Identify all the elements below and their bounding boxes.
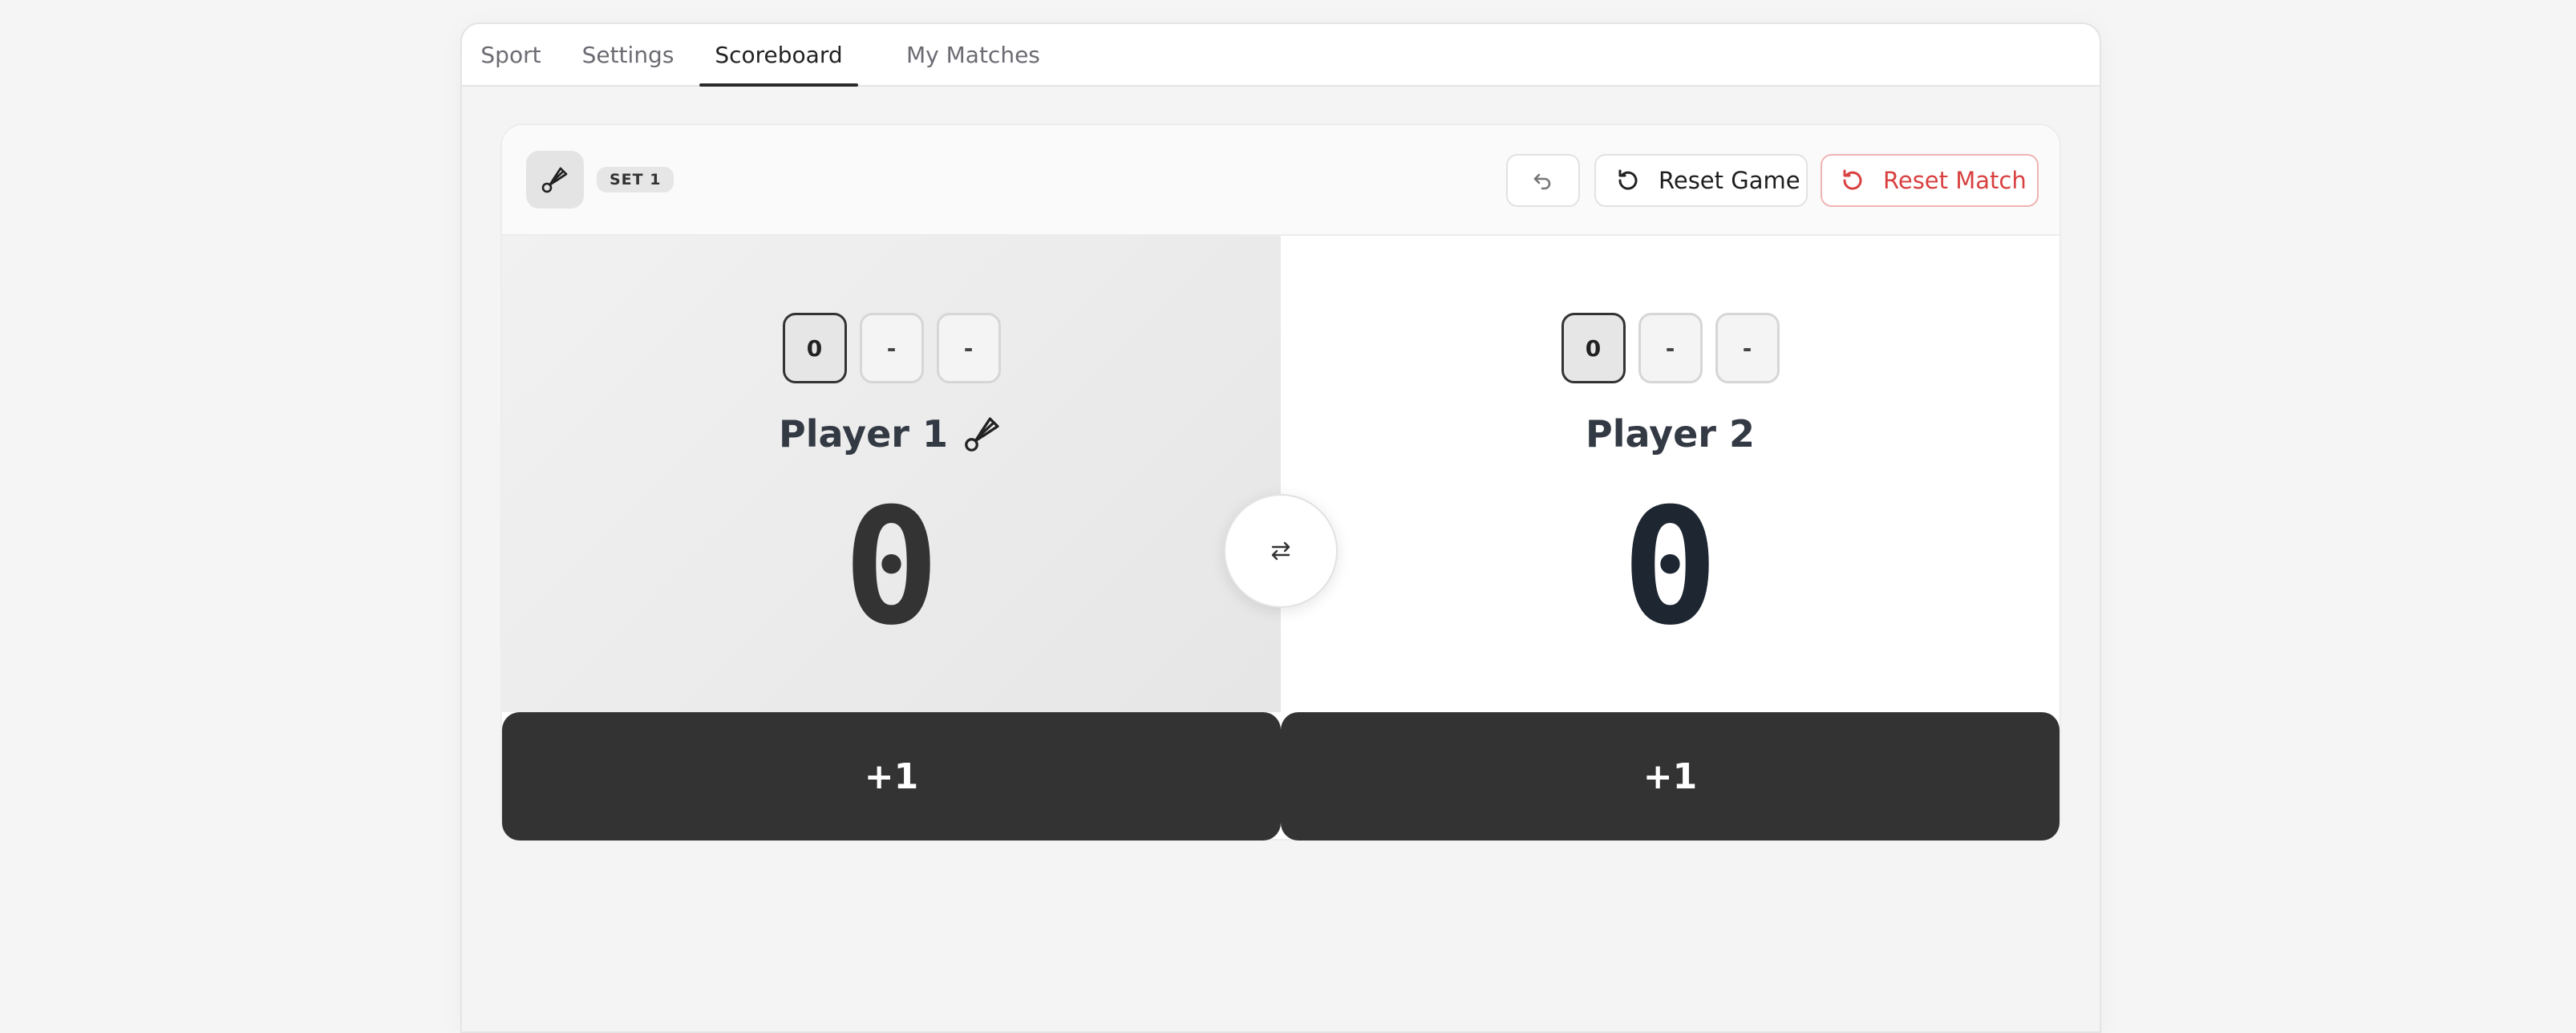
player-2-name: Player 2 (1586, 412, 1755, 456)
set-score-box: 0 (1561, 313, 1626, 383)
swap-arrows-icon (1271, 541, 1290, 561)
set-score-box: - (859, 313, 924, 383)
set-scores: 0 - - (782, 313, 1001, 383)
increment-row: +1 +1 (502, 712, 2060, 841)
undo-icon (1533, 173, 1551, 190)
set-badge: SET 1 (597, 167, 674, 192)
tab-sport[interactable]: Sport (462, 24, 557, 85)
player-1-name: Player 1 (779, 412, 948, 456)
scoreboard-card: SET 1 Reset Game Reset Match 0 - - Playe… (500, 124, 2061, 841)
serving-shuttlecock-icon (965, 417, 999, 452)
reset-match-label: Reset Match (1883, 167, 2027, 194)
player-2-plus-one-button[interactable]: +1 (1281, 712, 2060, 841)
player-2-score: 0 (1622, 474, 1719, 661)
set-scores: 0 - - (1561, 313, 1780, 383)
reset-game-label: Reset Game (1659, 167, 1800, 194)
player-2-panel[interactable]: 0 - - Player 2 0 (1281, 236, 2060, 712)
player-1-panel[interactable]: 0 - - Player 1 0 (502, 236, 1281, 712)
set-score-box: 0 (782, 313, 847, 383)
undo-button[interactable] (1506, 154, 1580, 207)
set-score-box: - (936, 313, 1001, 383)
tab-settings[interactable]: Settings (557, 24, 699, 85)
rotate-ccw-icon (1618, 169, 1638, 190)
player-1-score: 0 (843, 474, 940, 661)
tab-my-matches[interactable]: My Matches (858, 24, 1099, 85)
reset-game-button[interactable]: Reset Game (1594, 154, 1808, 207)
tab-bar: Sport Settings Scoreboard My Matches (462, 24, 2100, 87)
scoreboard-toolbar: SET 1 Reset Game Reset Match (502, 125, 2060, 236)
player-name: Player 2 (1586, 412, 1755, 456)
player-name: Player 1 (779, 412, 1004, 456)
player-panels: 0 - - Player 1 0 0 - - Player 2 0 (502, 236, 2060, 712)
set-score-box: - (1715, 313, 1780, 383)
set-score-box: - (1638, 313, 1703, 383)
player-1-plus-one-button[interactable]: +1 (502, 712, 1281, 841)
badminton-shuttlecock-icon (541, 167, 568, 193)
swap-sides-button[interactable] (1224, 494, 1338, 608)
tab-scoreboard[interactable]: Scoreboard (699, 24, 858, 87)
sport-chip (526, 151, 584, 209)
app-window: Sport Settings Scoreboard My Matches SET… (460, 22, 2101, 1033)
reset-match-button[interactable]: Reset Match (1821, 154, 2039, 207)
rotate-ccw-icon (1843, 169, 1862, 190)
